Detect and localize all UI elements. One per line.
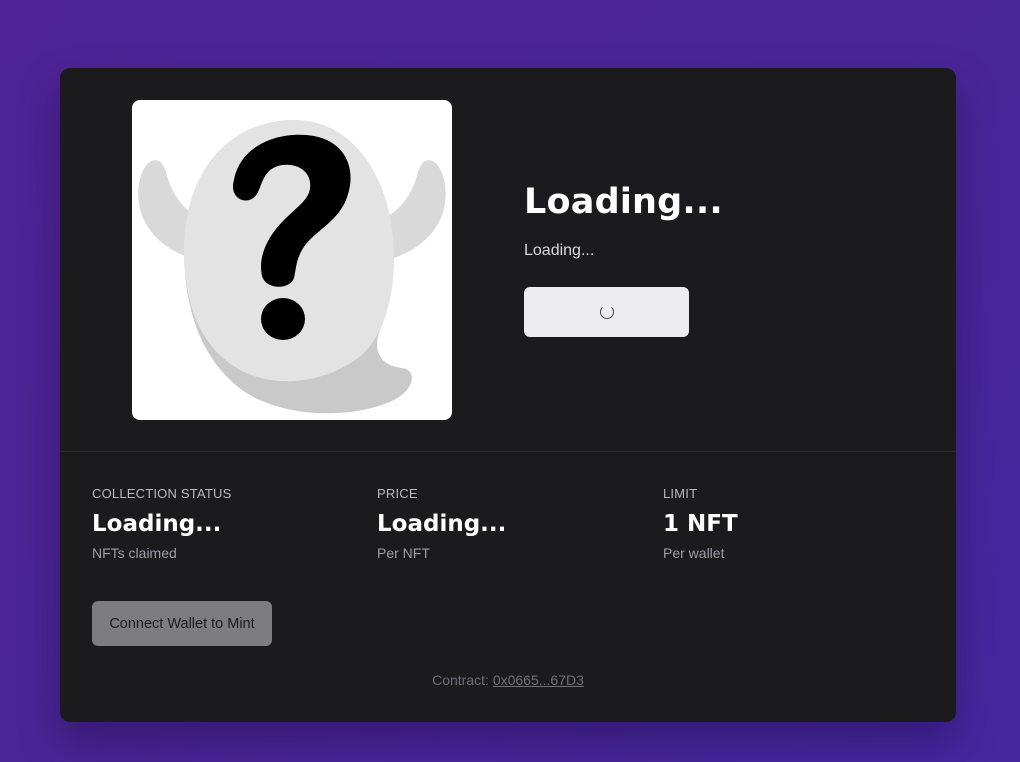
page-title: Loading... xyxy=(524,182,723,222)
stat-label: PRICE xyxy=(377,486,418,501)
stat-limit: LIMIT 1 NFT Per wallet xyxy=(663,486,923,561)
stats-row: COLLECTION STATUS Loading... NFTs claime… xyxy=(92,486,932,576)
spinner-icon xyxy=(599,305,614,319)
stat-label: COLLECTION STATUS xyxy=(92,486,232,501)
stat-sub: NFTs claimed xyxy=(92,545,177,561)
contract-address-link[interactable]: 0x0665...67D3 xyxy=(493,672,584,688)
stat-price: PRICE Loading... Per NFT xyxy=(377,486,637,561)
nft-preview-image xyxy=(132,100,452,420)
page-subtitle: Loading... xyxy=(524,242,595,259)
stat-value: Loading... xyxy=(377,511,507,537)
connect-wallet-button[interactable]: Connect Wallet to Mint xyxy=(92,601,272,646)
contract-prefix: Contract: xyxy=(432,672,493,688)
ghost-question-icon xyxy=(138,119,446,414)
contract-info: Contract: 0x0665...67D3 xyxy=(60,672,956,688)
stat-sub: Per wallet xyxy=(663,545,725,561)
loading-button[interactable] xyxy=(524,287,689,337)
stat-value: 1 NFT xyxy=(663,511,738,537)
nft-header: Loading... Loading... xyxy=(60,68,956,452)
stat-value: Loading... xyxy=(92,511,222,537)
mint-card: Loading... Loading... COLLECTION STATUS … xyxy=(60,68,956,722)
stat-sub: Per NFT xyxy=(377,545,430,561)
stat-collection-status: COLLECTION STATUS Loading... NFTs claime… xyxy=(92,486,352,561)
stat-label: LIMIT xyxy=(663,486,698,501)
